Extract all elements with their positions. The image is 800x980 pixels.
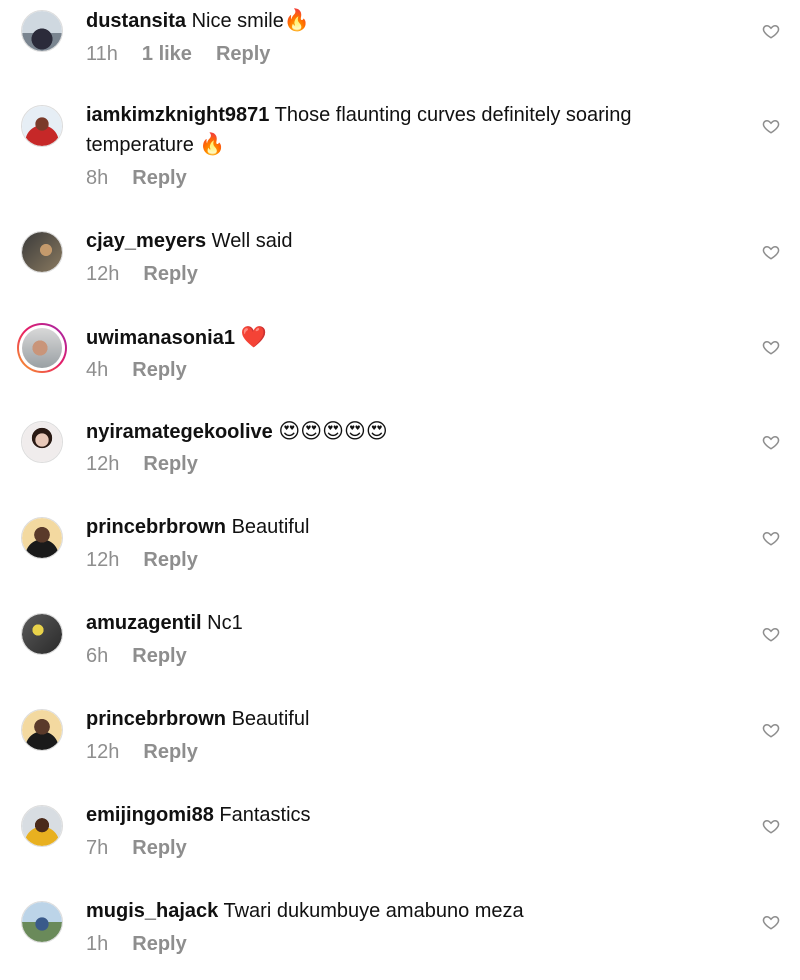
comment-body: uwimanasonia1 ❤️ — [86, 323, 726, 353]
heart-outline-icon[interactable] — [762, 117, 780, 135]
comment-username[interactable]: cjay_meyers — [86, 230, 206, 252]
comment-text: Nice smile — [191, 10, 284, 32]
comments-list: dustansita Nice smile🔥 11h 1 like Reply … — [0, 0, 800, 980]
comment-body: princebrbrown Beautiful — [86, 705, 726, 734]
reply-button[interactable]: Reply — [216, 43, 270, 66]
comment-meta: 11h 1 like Reply — [86, 43, 294, 66]
avatar[interactable] — [21, 421, 63, 463]
heart-outline-icon[interactable] — [762, 625, 780, 643]
heart-outline-icon[interactable] — [762, 913, 780, 931]
fire-emoji: 🔥 — [199, 132, 226, 156]
reply-button[interactable]: Reply — [143, 453, 197, 476]
comment-text: Beautiful — [231, 708, 310, 730]
comment-username[interactable]: nyiramategekoolive — [86, 421, 273, 443]
avatar[interactable] — [21, 231, 63, 273]
avatar[interactable] — [21, 901, 63, 943]
heart-outline-icon[interactable] — [762, 433, 780, 451]
comment-meta: 7h Reply — [86, 837, 211, 860]
comment-body: dustansita Nice smile🔥 — [86, 6, 726, 36]
heart-outline-icon[interactable] — [762, 338, 780, 356]
comment-meta: 6h Reply — [86, 645, 211, 668]
comment-time: 12h — [86, 453, 120, 475]
avatar[interactable] — [21, 10, 63, 52]
comment-meta: 4h Reply — [86, 359, 211, 382]
comment-time: 4h — [86, 359, 109, 381]
comment-body: cjay_meyers Well said — [86, 227, 726, 256]
comment-time: 8h — [86, 167, 109, 189]
comment-body: emijingomi88 Fantastics — [86, 801, 726, 830]
comment-time: 12h — [86, 741, 120, 763]
comment-body: nyiramategekoolive 😍😍😍😍😍 — [86, 417, 726, 447]
comment-meta: 12h Reply — [86, 263, 222, 286]
comment-text: Beautiful — [231, 516, 310, 538]
comment-username[interactable]: iamkimzknight9871 — [86, 104, 269, 126]
reply-button[interactable]: Reply — [143, 263, 197, 286]
comment-text: Well said — [211, 230, 293, 252]
comment-time: 1h — [86, 933, 109, 955]
avatar[interactable] — [21, 805, 63, 847]
likes-count[interactable]: 1 like — [142, 43, 192, 66]
comment-text-continued: temperature — [86, 134, 194, 156]
heart-outline-icon[interactable] — [762, 243, 780, 261]
comment-text: Nc1 — [207, 612, 243, 634]
reply-button[interactable]: Reply — [132, 167, 186, 190]
reply-button[interactable]: Reply — [143, 741, 197, 764]
comment-text: Twari dukumbuye amabuno meza — [223, 900, 524, 922]
comment-username[interactable]: dustansita — [86, 10, 186, 32]
avatar[interactable] — [21, 105, 63, 147]
comment-meta: 1h Reply — [86, 933, 211, 956]
comment-username[interactable]: princebrbrown — [86, 516, 226, 538]
fire-emoji: 🔥 — [283, 8, 310, 32]
comment-body: princebrbrown Beautiful — [86, 513, 726, 542]
comment-time: 11h — [86, 43, 118, 65]
avatar[interactable] — [21, 709, 63, 751]
avatar[interactable] — [21, 613, 63, 655]
reply-button[interactable]: Reply — [132, 359, 186, 382]
comment-body: mugis_hajack Twari dukumbuye amabuno mez… — [86, 897, 726, 926]
heart-eyes-emoji: 😍😍😍😍😍 — [278, 419, 388, 443]
reply-button[interactable]: Reply — [132, 837, 186, 860]
comment-meta: 12h Reply — [86, 453, 222, 476]
comment-meta: 8h Reply — [86, 167, 211, 190]
comment-meta: 12h Reply — [86, 549, 222, 572]
heart-emoji: ❤️ — [240, 325, 267, 349]
heart-outline-icon[interactable] — [762, 529, 780, 547]
comment-text: Fantastics — [219, 804, 311, 826]
comment-meta: 12h Reply — [86, 741, 222, 764]
comment-time: 12h — [86, 263, 120, 285]
comment-time: 6h — [86, 645, 109, 667]
reply-button[interactable]: Reply — [132, 645, 186, 668]
comment-username[interactable]: amuzagentil — [86, 612, 202, 634]
comment-time: 7h — [86, 837, 109, 859]
avatar-with-story-ring[interactable] — [17, 323, 67, 373]
comment-username[interactable]: uwimanasonia1 — [86, 327, 235, 349]
comment-text: Those flaunting curves definitely soarin… — [274, 104, 632, 126]
reply-button[interactable]: Reply — [132, 933, 186, 956]
comment-body: amuzagentil Nc1 — [86, 609, 726, 638]
heart-outline-icon[interactable] — [762, 817, 780, 835]
heart-outline-icon[interactable] — [762, 721, 780, 739]
heart-outline-icon[interactable] — [762, 22, 780, 40]
comment-time: 12h — [86, 549, 120, 571]
comment-username[interactable]: princebrbrown — [86, 708, 226, 730]
comment-username[interactable]: emijingomi88 — [86, 804, 214, 826]
comment-username[interactable]: mugis_hajack — [86, 900, 218, 922]
comment-body: iamkimzknight9871 Those flaunting curves… — [86, 101, 726, 160]
avatar[interactable] — [21, 517, 63, 559]
reply-button[interactable]: Reply — [143, 549, 197, 572]
